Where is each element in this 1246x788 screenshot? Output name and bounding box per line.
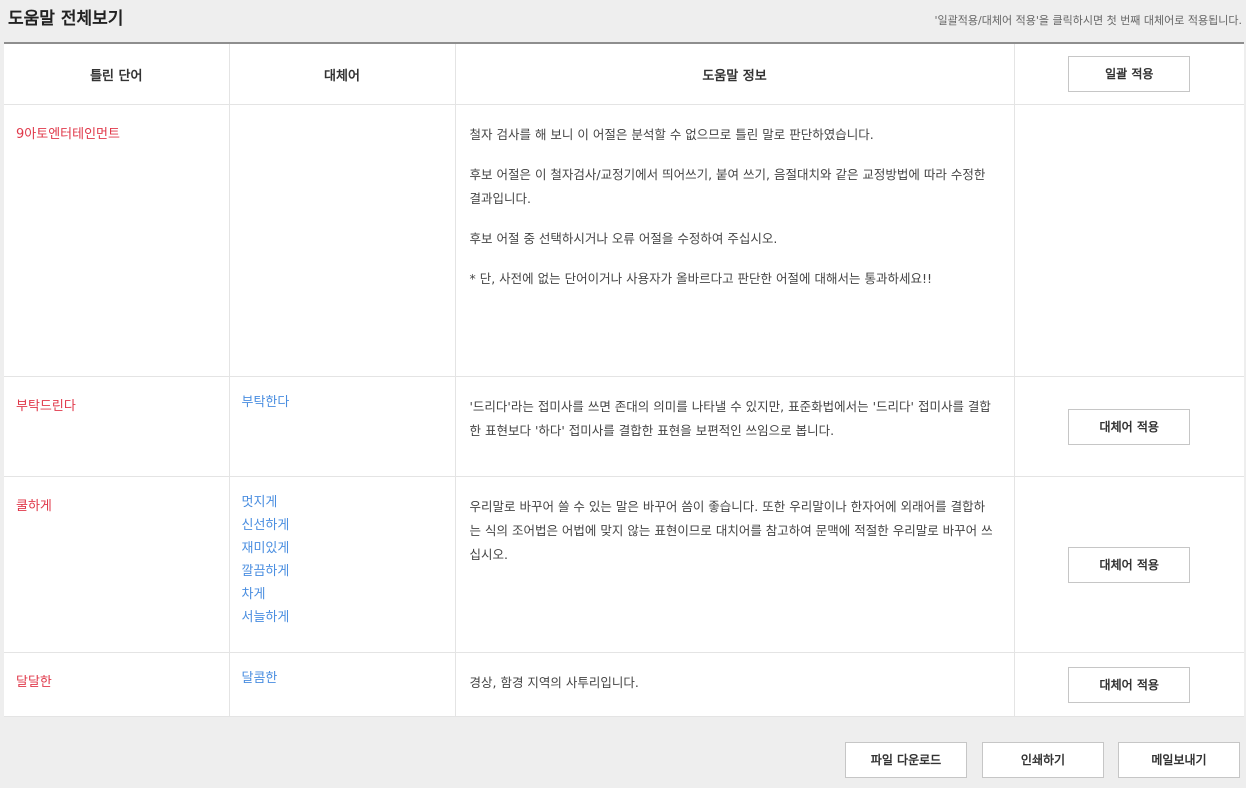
help-info-cell: 경상, 함경 지역의 사투리입니다. [454,652,1014,717]
substitute-link[interactable]: 서늘하게 [242,606,443,629]
table-header-row: 틀린 단어 대체어 도움말 정보 일괄 적용 [4,44,1244,105]
column-header-help-info: 도움말 정보 [454,44,1014,105]
help-text: 후보 어절 중 선택하시거나 오류 어절을 수정하여 주십시오. [469,231,778,246]
substitute-cell: 달콤한 [228,652,455,717]
table-row: 9아토엔터테인먼트 철자 검사를 해 보니 이 어절은 분석할 수 없으므로 틀… [4,104,1244,377]
column-header-substitute: 대체어 [228,44,455,105]
help-text: * 단, 사전에 없는 단어이거나 사용자가 올바르다고 판단한 어절에 대해서… [469,271,932,286]
wrong-word: 부탁드린다 [16,399,76,414]
wrong-word: 9아토엔터테인먼트 [16,127,120,142]
page-title: 도움말 전체보기 [8,9,124,29]
apply-substitute-button[interactable]: 대체어 적용 [1068,408,1191,445]
substitute-link[interactable]: 달콤한 [242,667,443,690]
help-info-cell: 우리말로 바꾸어 쓸 수 있는 말은 바꾸어 씀이 좋습니다. 또한 우리말이나… [454,476,1014,653]
column-header-actions: 일괄 적용 [1013,44,1244,105]
header: 도움말 전체보기 '일괄적용/대체어 적용'을 클릭하시면 첫 번째 대체어로 … [0,0,1246,42]
substitute-link[interactable]: 부탁한다 [242,391,443,414]
substitute-link[interactable]: 깔끔하게 [242,560,443,583]
substitute-link[interactable]: 멋지게 [242,491,443,514]
wrong-word: 쿨하게 [16,499,52,514]
footer-actions: 파일 다운로드 인쇄하기 메일보내기 [0,742,1246,788]
actions-cell: 대체어 적용 [1013,476,1244,653]
substitute-cell: 부탁한다 [228,376,455,477]
help-text: '드리다'라는 접미사를 쓰면 존대의 의미를 나타낼 수 있지만, 표준화법에… [469,399,991,438]
help-info-cell: 철자 검사를 해 보니 이 어절은 분석할 수 없으므로 틀린 말로 판단하였습… [454,104,1014,377]
apply-substitute-button[interactable]: 대체어 적용 [1068,666,1191,703]
table-row: 쿨하게 멋지게 신선하게 재미있게 깔끔하게 차게 서늘하게 우리말로 바꾸어 … [4,476,1244,653]
actions-cell: 대체어 적용 [1013,652,1244,717]
substitute-cell [228,104,455,377]
apply-substitute-button[interactable]: 대체어 적용 [1068,546,1191,583]
table-row: 부탁드린다 부탁한다 '드리다'라는 접미사를 쓰면 존대의 의미를 나타낼 수… [4,376,1244,477]
wrong-word-cell: 부탁드린다 [4,376,229,477]
table-row: 달달한 달콤한 경상, 함경 지역의 사투리입니다. 대체어 적용 [4,652,1244,717]
actions-cell: 대체어 적용 [1013,376,1244,477]
substitute-link[interactable]: 차게 [242,583,443,606]
help-text: 우리말로 바꾸어 쓸 수 있는 말은 바꾸어 씀이 좋습니다. 또한 우리말이나… [469,499,993,562]
substitute-cell: 멋지게 신선하게 재미있게 깔끔하게 차게 서늘하게 [228,476,455,653]
spellcheck-help-page: 도움말 전체보기 '일괄적용/대체어 적용'을 클릭하시면 첫 번째 대체어로 … [0,0,1246,788]
help-text: 경상, 함경 지역의 사투리입니다. [469,675,639,690]
send-mail-button[interactable]: 메일보내기 [1118,742,1240,778]
wrong-word: 달달한 [16,675,52,690]
wrong-word-cell: 달달한 [4,652,229,717]
apply-all-button[interactable]: 일괄 적용 [1068,56,1191,92]
wrong-word-cell: 쿨하게 [4,476,229,653]
wrong-word-cell: 9아토엔터테인먼트 [4,104,229,377]
header-note: '일괄적용/대체어 적용'을 클릭하시면 첫 번째 대체어로 적용됩니다. [934,14,1242,27]
print-button[interactable]: 인쇄하기 [982,742,1104,778]
substitute-link[interactable]: 신선하게 [242,514,443,537]
help-table-container: 틀린 단어 대체어 도움말 정보 일괄 적용 9아토엔터테인먼트 철자 검사를 … [4,42,1244,717]
substitute-link[interactable]: 재미있게 [242,537,443,560]
help-table: 틀린 단어 대체어 도움말 정보 일괄 적용 9아토엔터테인먼트 철자 검사를 … [4,44,1244,717]
column-header-wrong-word: 틀린 단어 [4,44,229,105]
actions-cell [1013,104,1244,377]
help-text: 철자 검사를 해 보니 이 어절은 분석할 수 없으므로 틀린 말로 판단하였습… [469,127,874,142]
help-info-cell: '드리다'라는 접미사를 쓰면 존대의 의미를 나타낼 수 있지만, 표준화법에… [454,376,1014,477]
help-text: 후보 어절은 이 철자검사/교정기에서 띄어쓰기, 붙여 쓰기, 음절대치와 같… [469,167,986,206]
file-download-button[interactable]: 파일 다운로드 [845,742,967,778]
